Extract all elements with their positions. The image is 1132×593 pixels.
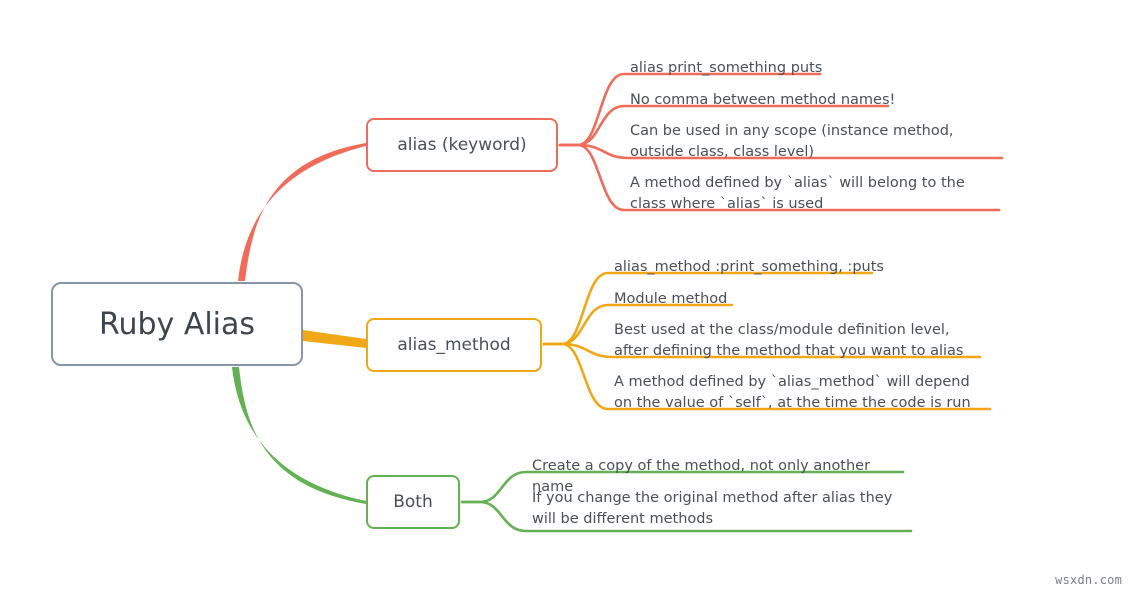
leaf-item[interactable]: Module method — [614, 289, 764, 310]
branch-node-alias-keyword-label: alias (keyword) — [397, 135, 527, 155]
leaf-text: No comma between method names! — [630, 92, 896, 108]
leaf-text: Module method — [614, 291, 728, 307]
leaf-text: alias_method :print_something, :puts — [614, 259, 884, 275]
branch-node-alias-method[interactable]: alias_method — [366, 318, 542, 372]
leaf-text: Can be used in any scope (instance metho… — [630, 123, 954, 160]
branch-node-alias-method-label: alias_method — [397, 335, 511, 355]
leaf-text: If you change the original method after … — [532, 490, 893, 527]
mindmap-canvas: Ruby Alias alias (keyword) alias_method … — [0, 0, 1132, 593]
leaf-item[interactable]: If you change the original method after … — [532, 488, 904, 529]
trunk-alias-keyword — [238, 143, 366, 281]
leaf-item[interactable]: alias print_something puts — [630, 58, 830, 79]
leaf-item[interactable]: A method defined by `alias` will belong … — [630, 173, 1000, 214]
leaf-text: A method defined by `alias` will belong … — [630, 175, 965, 212]
root-node[interactable]: Ruby Alias — [51, 282, 303, 366]
leaf-text: Best used at the class/module definition… — [614, 322, 964, 359]
watermark: wsxdn.com — [1055, 573, 1122, 587]
branch-node-both-label: Both — [393, 492, 433, 512]
trunk-both — [232, 367, 366, 504]
leaf-item[interactable]: Best used at the class/module definition… — [614, 320, 984, 361]
branch-node-both[interactable]: Both — [366, 475, 460, 529]
leaf-item[interactable]: No comma between method names! — [630, 90, 896, 111]
leaf-text: A method defined by `alias_method` will … — [614, 374, 971, 411]
leaf-item[interactable]: Can be used in any scope (instance metho… — [630, 121, 1002, 162]
trunk-alias-method — [303, 330, 366, 348]
branch-node-alias-keyword[interactable]: alias (keyword) — [366, 118, 558, 172]
root-node-label: Ruby Alias — [98, 306, 256, 342]
leaf-item[interactable]: A method defined by `alias_method` will … — [614, 372, 986, 413]
leaf-text: alias print_something puts — [630, 60, 823, 76]
leaf-item[interactable]: alias_method :print_something, :puts — [614, 257, 884, 278]
